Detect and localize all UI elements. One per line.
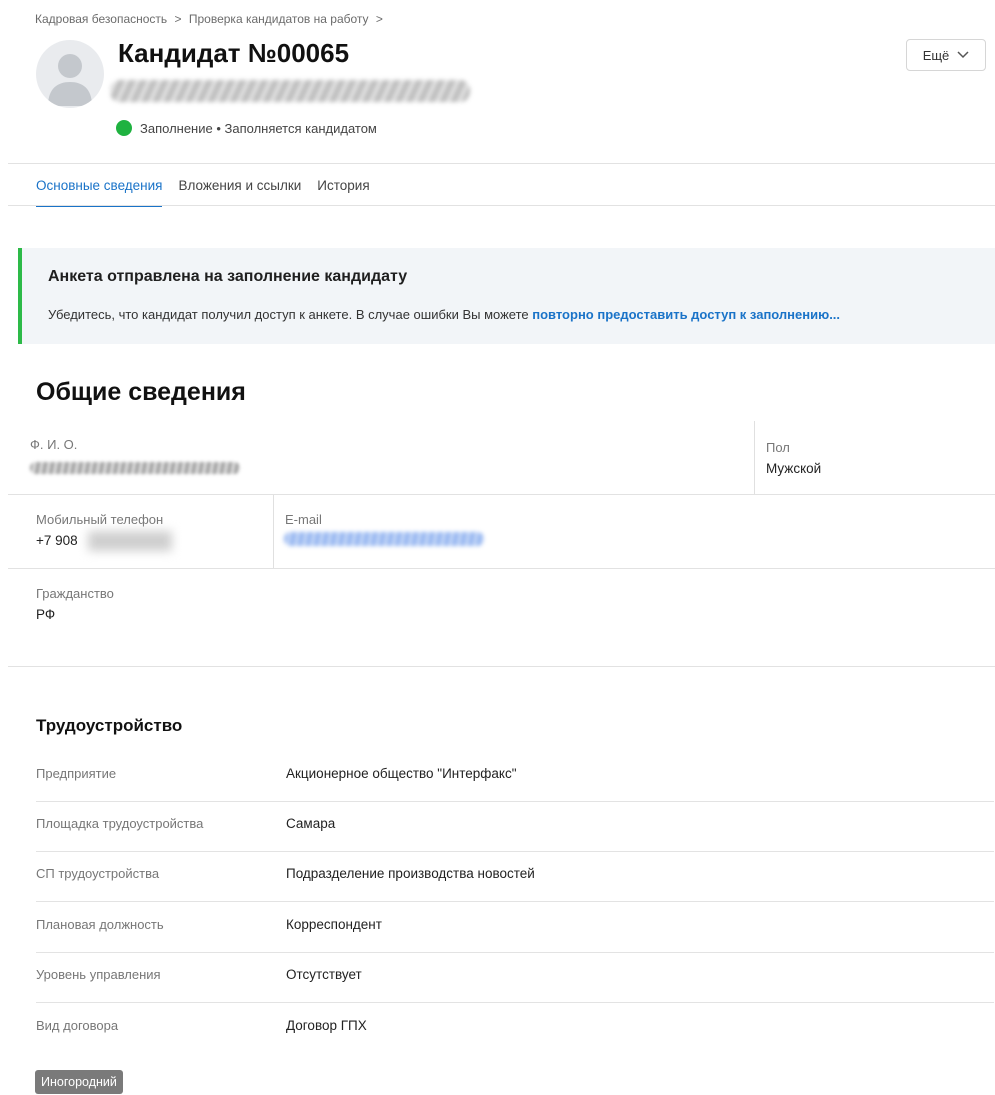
page-title: Кандидат №00065 <box>118 38 350 68</box>
redacted-candidate-name <box>110 80 470 102</box>
regrant-access-link[interactable]: повторно предоставить доступ к заполнени… <box>532 307 840 322</box>
breadcrumb: Кадровая безопасность > Проверка кандида… <box>35 12 387 26</box>
section-divider <box>8 666 995 667</box>
citizenship-label: Гражданство <box>36 586 114 601</box>
redacted-phone-digits <box>88 531 172 551</box>
header-divider <box>8 163 995 164</box>
row-label: Площадка трудоустройства <box>36 816 204 831</box>
redacted-email-value <box>284 532 484 546</box>
breadcrumb-separator: > <box>174 12 182 26</box>
more-button[interactable]: Ещё <box>906 39 986 71</box>
row-value: Договор ГПХ <box>286 1018 367 1033</box>
row-label: Предприятие <box>36 766 117 781</box>
table-row: СП трудоустройства Подразделение произво… <box>36 852 994 902</box>
nonresident-tag: Иногородний <box>35 1070 123 1094</box>
row-label: Вид договора <box>36 1018 119 1033</box>
status-dot-icon <box>116 120 132 136</box>
section-title-employment: Трудоустройство <box>36 716 183 735</box>
phone-label: Мобильный телефон <box>36 512 164 527</box>
notice-message: Убедитесь, что кандидат получил доступ к… <box>48 307 533 322</box>
breadcrumb-separator: > <box>375 12 383 26</box>
table-row: Площадка трудоустройства Самара <box>36 802 994 852</box>
field-row-divider <box>8 568 995 569</box>
status-text: Заполнение • Заполняется кандидатом <box>140 120 377 136</box>
row-label: Плановая должность <box>36 917 164 932</box>
row-value: Отсутствует <box>286 967 362 982</box>
table-row: Вид договора Договор ГПХ <box>36 1004 994 1054</box>
row-label: СП трудоустройства <box>36 866 160 881</box>
tabs-divider <box>8 205 995 206</box>
tab-attachments[interactable]: Вложения и ссылки <box>178 178 301 207</box>
notice-text: Убедитесь, что кандидат получил доступ к… <box>48 307 840 322</box>
redacted-fio-value <box>30 462 240 474</box>
avatar <box>36 40 104 108</box>
table-row: Плановая должность Корреспондент <box>36 903 994 953</box>
gender-label: Пол <box>766 440 790 455</box>
field-row-divider <box>8 494 995 495</box>
table-row: Уровень управления Отсутствует <box>36 953 994 1003</box>
notice-banner: Анкета отправлена на заполнение кандидат… <box>18 248 995 344</box>
breadcrumb-item-candidate-check[interactable]: Проверка кандидатов на работу <box>189 12 369 26</box>
field-divider <box>754 421 755 494</box>
tab-history[interactable]: История <box>317 178 369 207</box>
field-divider <box>273 495 274 568</box>
phone-value: +7 908 <box>36 533 78 548</box>
row-label: Уровень управления <box>36 967 161 982</box>
row-value: Акционерное общество "Интерфакс" <box>286 766 517 781</box>
user-silhouette-icon <box>48 54 92 106</box>
fio-label: Ф. И. О. <box>30 437 78 452</box>
notice-title: Анкета отправлена на заполнение кандидат… <box>48 268 408 285</box>
email-label: E-mail <box>285 512 322 527</box>
gender-value: Мужской <box>766 461 822 476</box>
row-value: Подразделение производства новостей <box>286 866 535 881</box>
row-value: Самара <box>286 816 336 831</box>
status-line: Заполнение • Заполняется кандидатом <box>116 120 377 136</box>
section-title-general: Общие сведения <box>36 378 246 406</box>
breadcrumb-item-hr-security[interactable]: Кадровая безопасность <box>35 12 167 26</box>
tab-main-info[interactable]: Основные сведения <box>36 178 163 207</box>
chevron-down-icon <box>957 51 969 59</box>
row-value: Корреспондент <box>286 917 382 932</box>
tab-bar: Основные сведения Вложения и ссылки Исто… <box>36 178 386 207</box>
table-row: Предприятие Акционерное общество "Интерф… <box>36 752 994 802</box>
more-button-label: Ещё <box>922 47 950 63</box>
citizenship-value: РФ <box>36 607 56 622</box>
